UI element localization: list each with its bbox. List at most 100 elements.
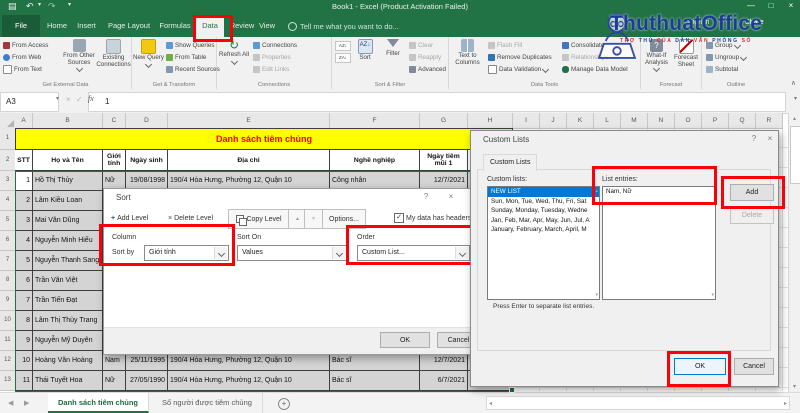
column-header-K[interactable]: K	[567, 113, 594, 129]
delete-level-button[interactable]: × Delete Level	[166, 209, 215, 227]
copy-level-button[interactable]: Copy Level	[228, 209, 290, 229]
row-header-12[interactable]: 12	[0, 351, 16, 371]
my-data-has-headers-checkbox[interactable]: ✓ My data has headers	[392, 209, 473, 227]
show-queries-button[interactable]: Show Queries	[166, 40, 215, 50]
column-header-A[interactable]: A	[15, 113, 33, 129]
custom-lists-cancel-button[interactable]: Cancel	[734, 358, 774, 375]
sort-button[interactable]: AZ↓ Sort	[353, 39, 377, 62]
data-cell[interactable]: 27/05/1990	[126, 371, 168, 391]
minimize-icon[interactable]: —	[742, 1, 760, 10]
data-cell[interactable]: 3	[15, 211, 33, 231]
custom-list-item[interactable]: Jan, Feb, Mar, Apr, May, Jun, Jul, A	[488, 216, 599, 226]
data-cell[interactable]: 6/7/2021	[420, 371, 468, 391]
header-cell-Họ và Tên[interactable]: Họ và Tên	[33, 150, 103, 171]
data-cell[interactable]: 4	[15, 231, 33, 251]
vertical-scrollbar[interactable]: ▴ ▾	[788, 113, 800, 392]
ribbon-tab-view[interactable]: View	[256, 15, 278, 37]
collapse-ribbon-icon[interactable]: ∧	[791, 79, 796, 87]
move-down-button[interactable]: ▼	[304, 209, 323, 229]
column-header-F[interactable]: F	[330, 113, 420, 129]
data-cell[interactable]: 7	[15, 291, 33, 311]
close-icon[interactable]: ×	[782, 1, 800, 10]
group-button[interactable]: Group	[706, 40, 741, 50]
fill-handle[interactable]	[509, 387, 515, 393]
help-icon[interactable]: ?	[419, 192, 433, 201]
data-cell[interactable]: 5	[15, 251, 33, 271]
delete-button[interactable]: Delete	[730, 207, 774, 224]
sort-ascending-button[interactable]: AZ↓	[335, 41, 351, 51]
sort-ok-button[interactable]: OK	[380, 332, 430, 348]
data-cell[interactable]: 10	[15, 351, 33, 371]
data-validation-button[interactable]: Data Validation	[488, 64, 550, 74]
row-header-11[interactable]: 11	[0, 331, 16, 351]
data-cell[interactable]: Nữ	[103, 371, 126, 391]
data-cell[interactable]: Nguyễn Mỹ Duyên	[33, 331, 103, 351]
ribbon-tab-formulas[interactable]: Formulas	[159, 15, 191, 37]
custom-list-item[interactable]: January, February, March, April, M	[488, 225, 599, 235]
row-header-9[interactable]: 9	[0, 291, 16, 311]
subtotal-button[interactable]: Subtotal	[706, 64, 738, 74]
order-dropdown[interactable]: Custom List...	[357, 245, 470, 261]
data-cell[interactable]: Hồ Thị Thủy	[33, 171, 103, 191]
cancel-entry-icon[interactable]: ×	[66, 95, 71, 104]
scroll-down-icon[interactable]: ▾	[789, 383, 800, 390]
properties-button[interactable]: Properties	[253, 52, 291, 62]
edit-links-button[interactable]: Edit Links	[253, 64, 289, 74]
data-cell[interactable]: 2	[15, 191, 33, 211]
row-header-8[interactable]: 8	[0, 271, 16, 291]
ribbon-tab-data[interactable]: Data	[196, 15, 224, 37]
row-header-7[interactable]: 7	[0, 251, 16, 271]
ribbon-tab-page-layout[interactable]: Page Layout	[104, 15, 154, 37]
name-box[interactable]: A3	[0, 92, 59, 112]
filter-button[interactable]: Filter	[380, 39, 406, 58]
custom-lists-ok-button[interactable]: OK	[674, 358, 726, 375]
data-cell[interactable]: Lâm Kiều Loan	[33, 191, 103, 211]
column-header-L[interactable]: L	[594, 113, 621, 129]
row-header-13[interactable]: 13	[0, 371, 16, 391]
row-header-3[interactable]: 3	[0, 171, 16, 191]
column-header-M[interactable]: M	[621, 113, 648, 129]
sheet-tab-so-nguoi[interactable]: Số người được tiêm chủng	[152, 393, 263, 413]
sort-by-dropdown[interactable]: Giới tính	[144, 245, 229, 261]
scroll-down-icon[interactable]: ▾	[595, 292, 598, 298]
column-header-O[interactable]: O	[675, 113, 702, 129]
data-cell[interactable]: Trần Văn Việt	[33, 271, 103, 291]
custom-list-item[interactable]: Sunday, Monday, Tuesday, Wedne	[488, 206, 599, 216]
header-cell-Nghề nghiệp[interactable]: Nghề nghiệp	[330, 150, 420, 171]
custom-lists-tab[interactable]: Custom Lists	[483, 154, 538, 171]
sign-in-link[interactable]: Sign in	[688, 19, 709, 26]
data-cell[interactable]: Trần Tiến Đạt	[33, 291, 103, 311]
ribbon-tab-insert[interactable]: Insert	[74, 15, 99, 37]
data-cell[interactable]: 190/4 Hòa Hưng, Phường 12, Quận 10	[168, 371, 330, 391]
relationships-button[interactable]: Relationships	[562, 52, 609, 62]
data-cell[interactable]: Thái Tuyết Hoa	[33, 371, 103, 391]
prev-sheet-icon[interactable]: ◀	[8, 399, 13, 407]
column-header-R[interactable]: R	[756, 113, 783, 129]
next-sheet-icon[interactable]: ▶	[24, 399, 29, 407]
ungroup-button[interactable]: Ungroup	[706, 52, 748, 62]
data-cell[interactable]: Mai Văn Dũng	[33, 211, 103, 231]
share-button[interactable]: Share	[745, 19, 764, 26]
formula-input[interactable]: 1	[88, 92, 786, 112]
from-other-sources-button[interactable]: From Other Sources	[62, 39, 96, 73]
advanced-filter-button[interactable]: Advanced	[409, 64, 446, 74]
add-level-button[interactable]: + Add Level	[109, 209, 150, 227]
new-sheet-icon[interactable]: +	[278, 398, 290, 410]
ribbon-tab-review[interactable]: Review	[229, 15, 255, 37]
vertical-scroll-thumb[interactable]	[790, 126, 800, 184]
scroll-up-icon[interactable]: ▴	[595, 188, 598, 194]
row-header-1[interactable]: 1	[0, 128, 16, 150]
consolidate-button[interactable]: Consolidate	[562, 40, 604, 50]
ribbon-tab-file[interactable]: File	[2, 15, 40, 37]
column-header-N[interactable]: N	[648, 113, 675, 129]
name-box-dropdown-icon[interactable]: ▾	[56, 95, 59, 102]
header-cell-STT[interactable]: STT	[15, 150, 33, 171]
options-button[interactable]: Options...	[322, 209, 366, 229]
from-web-button[interactable]: From Web	[3, 52, 41, 62]
refresh-all-button[interactable]: ↻ Refresh All	[219, 39, 249, 65]
list-entries-box[interactable]: Nam, Nữ ▾	[602, 186, 716, 300]
column-header-I[interactable]: I	[513, 113, 540, 129]
text-to-columns-button[interactable]: Text to Columns	[451, 39, 484, 66]
row-header-10[interactable]: 10	[0, 311, 16, 331]
recent-sources-button[interactable]: Recent Sources	[166, 64, 220, 74]
